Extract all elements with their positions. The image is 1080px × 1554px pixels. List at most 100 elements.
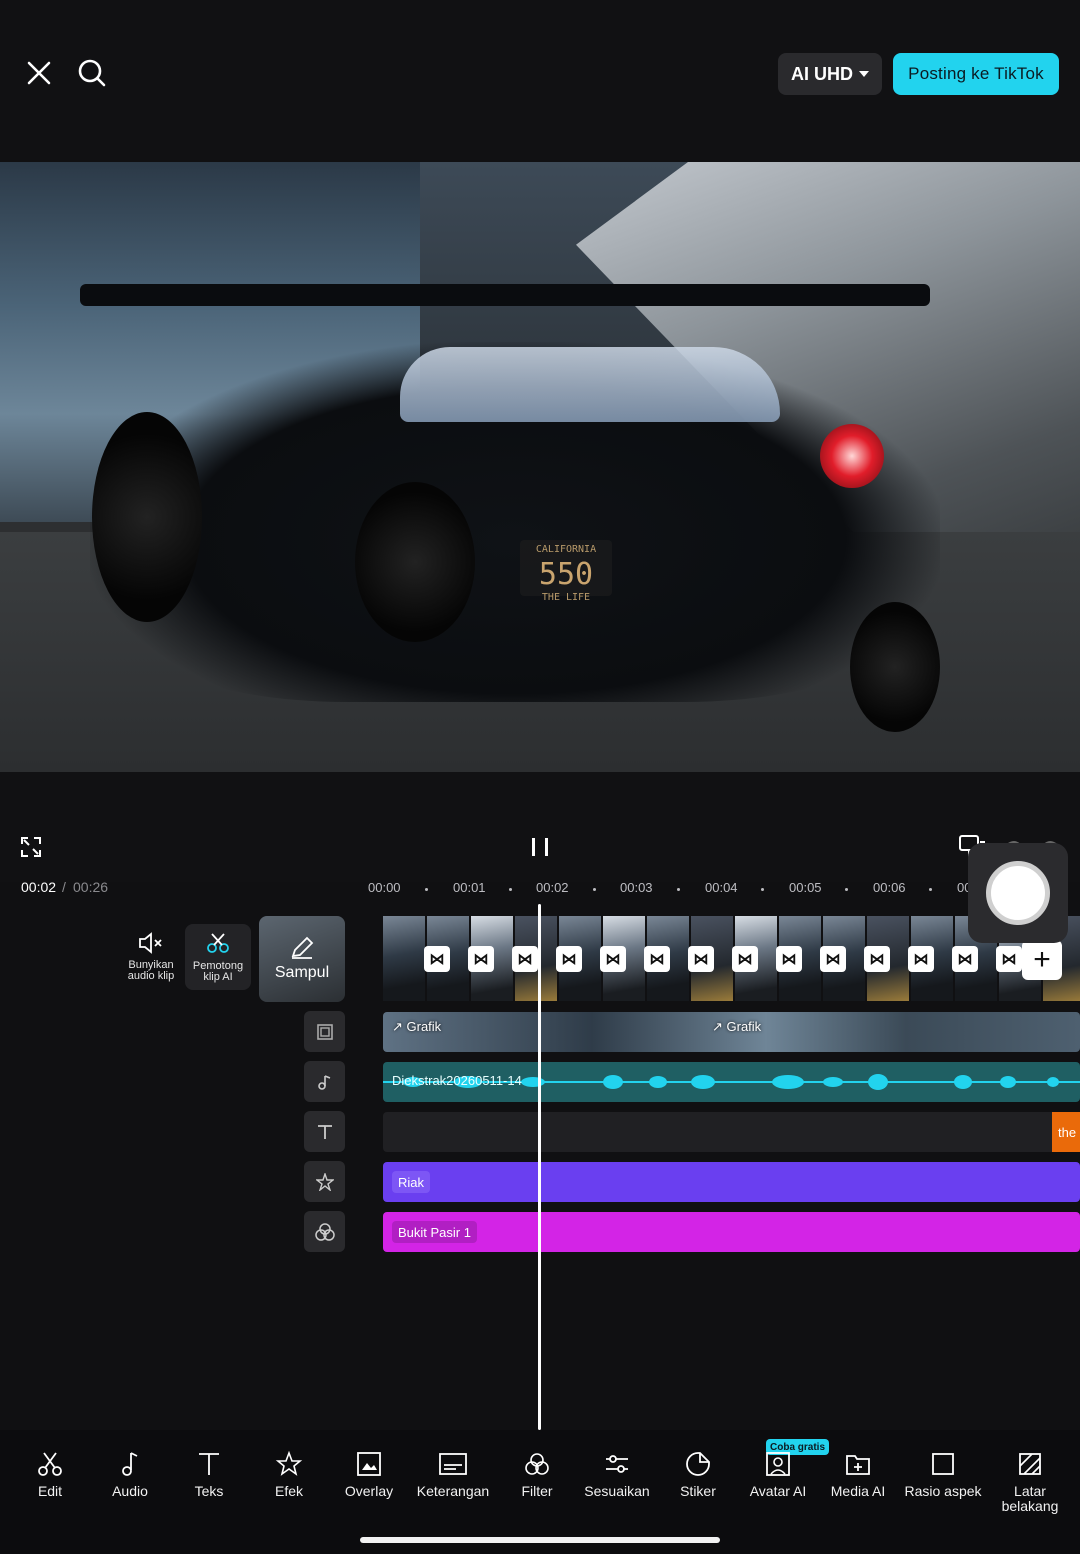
total-time: 00:26 [73, 879, 109, 895]
effect-track-icon[interactable] [304, 1161, 345, 1202]
toolbar-text-label: Teks [194, 1483, 224, 1499]
overlay-label-text: Grafik [406, 1019, 442, 1034]
toolbar-aspect-ratio[interactable]: Rasio aspek [899, 1450, 987, 1499]
ruler-tick: 00:01 [453, 880, 486, 895]
adjust-icon [606, 1455, 628, 1473]
background-icon [1019, 1453, 1041, 1475]
add-clip-button[interactable]: + [1022, 940, 1062, 980]
toolbar-aspect-ratio-label: Rasio aspek [904, 1483, 982, 1499]
ruler-dot [677, 888, 680, 891]
pencil-icon [291, 936, 314, 959]
preview-car-wheel [355, 482, 475, 642]
fullscreen-icon[interactable] [9, 825, 53, 869]
ruler-tick: 00:02 [536, 880, 569, 895]
ai-clip-cutter-label: Pemotong klip AI [192, 960, 244, 983]
plate-number: 550 [538, 557, 594, 592]
music-note-icon [122, 1452, 138, 1476]
toolbar-effects-label: Efek [274, 1483, 303, 1499]
preview-car-wheel [850, 602, 940, 732]
toolbar-overlay-label: Overlay [344, 1483, 394, 1499]
preview-license-plate: CALIFORNIA 550 THE LIFE [520, 540, 612, 603]
transition-icon[interactable]: ⋈ [820, 946, 846, 972]
transition-icon[interactable]: ⋈ [776, 946, 802, 972]
record-button[interactable] [968, 843, 1068, 943]
preview-car-taillight [820, 424, 884, 488]
unmute-clip-audio-button[interactable]: Bunyikan audio klip [118, 924, 184, 990]
effect-clip-label: Riak [392, 1171, 431, 1193]
transition-icon[interactable]: ⋈ [864, 946, 890, 972]
toolbar-audio-label: Audio [112, 1483, 148, 1499]
toolbar-captions[interactable]: Keterangan [409, 1450, 497, 1499]
transition-icon[interactable]: ⋈ [732, 946, 758, 972]
transition-icon[interactable]: ⋈ [644, 946, 670, 972]
transition-icon[interactable]: ⋈ [468, 946, 494, 972]
video-preview[interactable]: CALIFORNIA 550 THE LIFE [0, 162, 1080, 772]
transition-icon[interactable]: ⋈ [512, 946, 538, 972]
ruler-dot [425, 888, 428, 891]
transition-icon[interactable]: ⋈ [424, 946, 450, 972]
ruler-tick: 00:03 [620, 880, 653, 895]
filter-track-icon[interactable] [304, 1211, 345, 1252]
search-icon[interactable] [70, 51, 114, 95]
video-frame [383, 916, 425, 1001]
filter-track[interactable] [383, 1212, 1080, 1252]
transition-icon[interactable]: ⋈ [600, 946, 626, 972]
star-effect-icon [275, 1450, 303, 1476]
toolbar-effects[interactable]: Efek [245, 1450, 333, 1499]
audio-track-icon[interactable] [304, 1061, 345, 1102]
toolbar-filter[interactable]: Filter [493, 1450, 581, 1499]
toolbar-audio[interactable]: Audio [86, 1450, 174, 1499]
ai-scissors-icon [207, 933, 229, 953]
close-icon[interactable] [17, 51, 61, 95]
cover-label: Sampul [274, 964, 330, 981]
ruler-dot [929, 888, 932, 891]
toolbar-media-ai[interactable]: Media AI [814, 1450, 902, 1499]
ruler-dot [593, 888, 596, 891]
speaker-muted-icon [139, 932, 162, 954]
overlay-track-icon[interactable] [304, 1011, 345, 1052]
transition-icon[interactable]: ⋈ [996, 946, 1022, 972]
toolbar-sticker[interactable]: Stiker [654, 1450, 742, 1499]
post-to-tiktok-button[interactable]: Posting ke TikTok [893, 53, 1059, 95]
aspect-ratio-icon [932, 1453, 954, 1475]
toolbar-adjust-label: Sesuaikan [584, 1483, 650, 1499]
transition-icon[interactable]: ⋈ [952, 946, 978, 972]
text-track-icon[interactable] [304, 1111, 345, 1152]
transition-icon[interactable]: ⋈ [688, 946, 714, 972]
toolbar-avatar-ai[interactable]: Avatar AI [734, 1450, 822, 1499]
ai-clip-cutter-button[interactable]: Pemotong klip AI [185, 924, 251, 990]
cover-button[interactable]: Sampul [259, 916, 345, 1002]
toolbar-sticker-label: Stiker [680, 1483, 716, 1499]
overlay-clip-label: ↗ Grafik [712, 1019, 761, 1035]
text-track[interactable] [383, 1112, 1080, 1152]
toolbar-adjust[interactable]: Sesuaikan [573, 1450, 661, 1499]
toolbar-edit-label: Edit [37, 1483, 63, 1499]
ruler-dot [761, 888, 764, 891]
overlay-clip-label: ↗ Grafik [392, 1019, 441, 1035]
toolbar-overlay[interactable]: Overlay [325, 1450, 413, 1499]
current-time: 00:02 [21, 879, 57, 895]
transition-icon[interactable]: ⋈ [908, 946, 934, 972]
pause-icon[interactable] [518, 825, 562, 869]
audio-clip-label: Diekstrak20260511-14 [392, 1073, 522, 1088]
quality-selector[interactable]: AI UHD [778, 53, 882, 95]
playhead[interactable] [538, 904, 541, 1430]
ruler-dot [509, 888, 512, 891]
plate-slogan: THE LIFE [541, 592, 591, 603]
toolbar-avatar-ai-label: Avatar AI [749, 1483, 807, 1499]
transition-icon[interactable]: ⋈ [556, 946, 582, 972]
ruler-tick: 00:05 [789, 880, 822, 895]
toolbar-background[interactable]: Latar belakang [986, 1450, 1074, 1514]
overlay-label-text: Grafik [726, 1019, 762, 1034]
toolbar-edit[interactable]: Edit [6, 1450, 94, 1499]
overlay-icon [357, 1452, 381, 1476]
preview-car-spoiler [80, 284, 930, 306]
toolbar-text[interactable]: Teks [165, 1450, 253, 1499]
text-clip[interactable]: the [1052, 1112, 1080, 1152]
ruler-tick: 00:06 [873, 880, 906, 895]
plate-state: CALIFORNIA [535, 544, 597, 555]
preview-car-window [400, 347, 780, 422]
filter-icon [525, 1453, 549, 1475]
media-ai-icon [846, 1455, 870, 1475]
effect-track[interactable] [383, 1162, 1080, 1202]
